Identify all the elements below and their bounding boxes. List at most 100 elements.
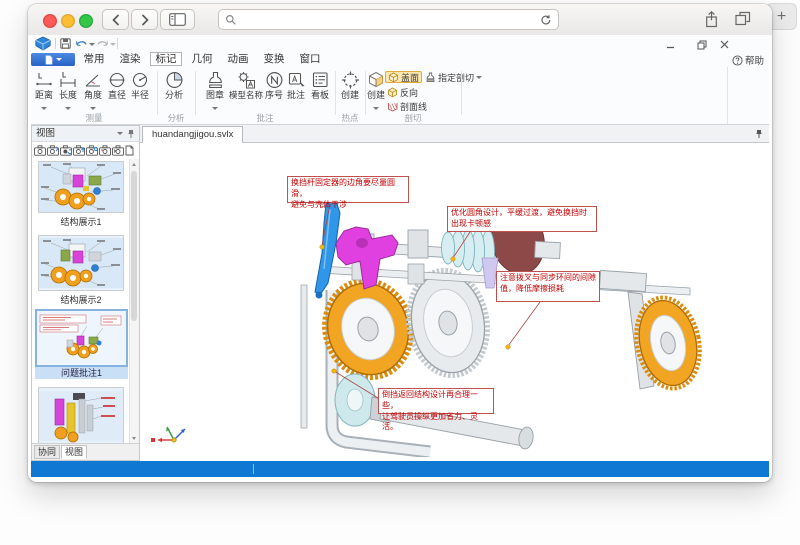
document-tab[interactable]: huandangjigou.svlx (142, 126, 243, 143)
tab-chuangkou[interactable]: 窗口 (296, 52, 324, 67)
share-button[interactable] (704, 11, 719, 33)
group-divider (335, 71, 336, 115)
view-thumbnail-4[interactable] (38, 387, 124, 444)
tab-view[interactable]: 视图 (61, 445, 87, 459)
camera-icon-6[interactable] (99, 145, 111, 156)
ribbon: 距离 长度 角度 直径 半径 测量 分析 (31, 67, 769, 125)
annotate-button[interactable]: 批注 (284, 70, 308, 100)
tab-donghua[interactable]: 动画 (224, 52, 252, 67)
address-search-field[interactable] (218, 9, 559, 30)
camera-icon-3[interactable] (60, 145, 72, 156)
screen: + (0, 0, 800, 545)
view-thumbnail-structure2[interactable] (38, 235, 124, 291)
group-label-section: 剖切 (365, 112, 461, 124)
camera-icon-7[interactable] (112, 145, 124, 156)
tab-overview-button[interactable] (735, 11, 751, 31)
close-traffic-light[interactable] (43, 14, 57, 28)
tab-biaoji[interactable]: 标记 (150, 52, 182, 66)
group-divider (195, 71, 196, 115)
radius-button[interactable]: 半径 (127, 70, 153, 100)
section-reverse-option[interactable]: 反向 (385, 86, 420, 98)
tab-collaboration[interactable]: 协同 (34, 445, 60, 459)
minimize-icon (666, 40, 675, 49)
tab-bianhuan[interactable]: 变换 (260, 52, 288, 67)
forward-button[interactable] (131, 9, 158, 30)
cube-icon (388, 72, 399, 83)
redo-dropdown-caret[interactable] (110, 43, 116, 46)
zoom-traffic-light[interactable] (79, 14, 93, 28)
undo-icon[interactable] (75, 38, 88, 49)
section-cover-face-option[interactable]: 盖面 (385, 71, 422, 83)
model-viewport[interactable]: 换挡杆固定器的边角要尽量圆滑， 避免与壳体干涉 优化圆角设计，平缓过渡，避免换挡… (140, 143, 769, 457)
annotation-callout-2[interactable]: 优化圆角设计，平缓过渡，避免换挡时 出现卡顿感 (447, 206, 597, 232)
panel-dropdown-caret[interactable] (117, 132, 123, 135)
tab-xuanran[interactable]: 渲染 (116, 52, 144, 67)
view-thumbnail-label[interactable]: 结构展示1 (32, 215, 130, 228)
thumbnail-scene-icon (37, 311, 126, 365)
cube-reverse-icon (387, 87, 398, 98)
hatch-icon (387, 101, 398, 112)
view-thumbnail-problem-annotation1-selected[interactable] (35, 309, 128, 367)
assign-stamp-icon (425, 72, 436, 83)
status-bar (31, 461, 769, 477)
stamp-button[interactable]: 图章 (202, 70, 228, 118)
undo-dropdown-caret[interactable] (89, 43, 95, 46)
analyze-button[interactable]: 分析 (161, 70, 187, 100)
minimize-traffic-light[interactable] (61, 14, 75, 28)
camera-icon-1[interactable] (34, 145, 46, 156)
thumbnail-scene-icon (39, 236, 123, 290)
ribbon-tab-bar: 常用 渲染 标记 几何 动画 变换 窗口 帮助 (31, 52, 769, 67)
section-hatch-option[interactable]: 剖面线 (385, 100, 429, 112)
tab-changyong[interactable]: 常用 (80, 52, 108, 67)
scroll-up-icon[interactable] (132, 163, 136, 166)
search-icon (225, 14, 237, 26)
file-menu-button[interactable] (31, 53, 75, 66)
view-thumbnail-structure1[interactable] (38, 161, 124, 213)
back-button[interactable] (102, 9, 129, 30)
circled-n-icon (265, 70, 284, 90)
section-cube-icon (366, 70, 386, 90)
thumbnail-scrollbar[interactable] (129, 159, 139, 444)
tabs-icon (735, 11, 751, 26)
chevron-left-icon (112, 14, 120, 26)
restore-button[interactable] (695, 39, 709, 50)
reload-icon[interactable] (540, 14, 552, 26)
annotation-callout-4[interactable]: 倒挡返回结构设计再合理一些， 让驾驶员操纵更加省力、灵活。 (378, 388, 494, 414)
app-window: 常用 渲染 标记 几何 动画 变换 窗口 帮助 距离 长度 (28, 4, 772, 482)
balloon-number-button[interactable]: 序号 (262, 70, 286, 100)
tab-jihe[interactable]: 几何 (188, 52, 216, 67)
chevron-right-icon (141, 14, 149, 26)
annotation-callout-1[interactable]: 换挡杆固定器的边角要尽量圆滑， 避免与壳体干涉 (287, 176, 409, 203)
analysis-icon (165, 70, 184, 90)
hotspot-create-button[interactable]: 创建 (337, 70, 363, 100)
section-assign-option[interactable]: 指定剖切 (423, 71, 484, 83)
scrollbar-thumb[interactable] (131, 171, 137, 321)
board-button[interactable]: 看板 (307, 70, 333, 100)
sidebar-toggle-button[interactable] (160, 9, 195, 30)
close-button[interactable] (717, 39, 731, 50)
view-thumbnail-label-selected[interactable]: 问题批注1 (35, 367, 128, 379)
help-button[interactable]: 帮助 (732, 53, 764, 67)
coordinate-triad-icon (148, 420, 188, 452)
view-thumbnail-label[interactable]: 结构展示2 (32, 293, 130, 306)
camera-icon-4[interactable] (73, 145, 85, 156)
minimize-button[interactable] (663, 39, 677, 50)
thumbnail-scene-icon (39, 388, 123, 444)
scroll-down-icon[interactable] (132, 437, 136, 440)
view-panel-header: 视图 (32, 126, 139, 142)
camera-icon-2[interactable] (47, 145, 59, 156)
redo-icon[interactable] (96, 38, 109, 49)
distance-button[interactable]: 距离 (31, 70, 57, 118)
page-icon[interactable] (125, 145, 134, 156)
save-icon[interactable] (60, 38, 71, 49)
pin-icon[interactable] (127, 129, 135, 139)
pin-icon[interactable] (755, 129, 763, 139)
camera-icon-5[interactable] (86, 145, 98, 156)
angle-button[interactable]: 角度 (80, 70, 106, 118)
document-area: huandangjigou.svlx (140, 125, 769, 461)
model-name-button[interactable]: 模型名称 (229, 70, 263, 100)
group-divider (157, 71, 158, 115)
annotation-callout-3[interactable]: 注意拨叉与同步环间的间隙 值，降低摩擦损耗 (496, 271, 600, 302)
group-divider (461, 71, 462, 115)
length-button[interactable]: 长度 (55, 70, 81, 118)
